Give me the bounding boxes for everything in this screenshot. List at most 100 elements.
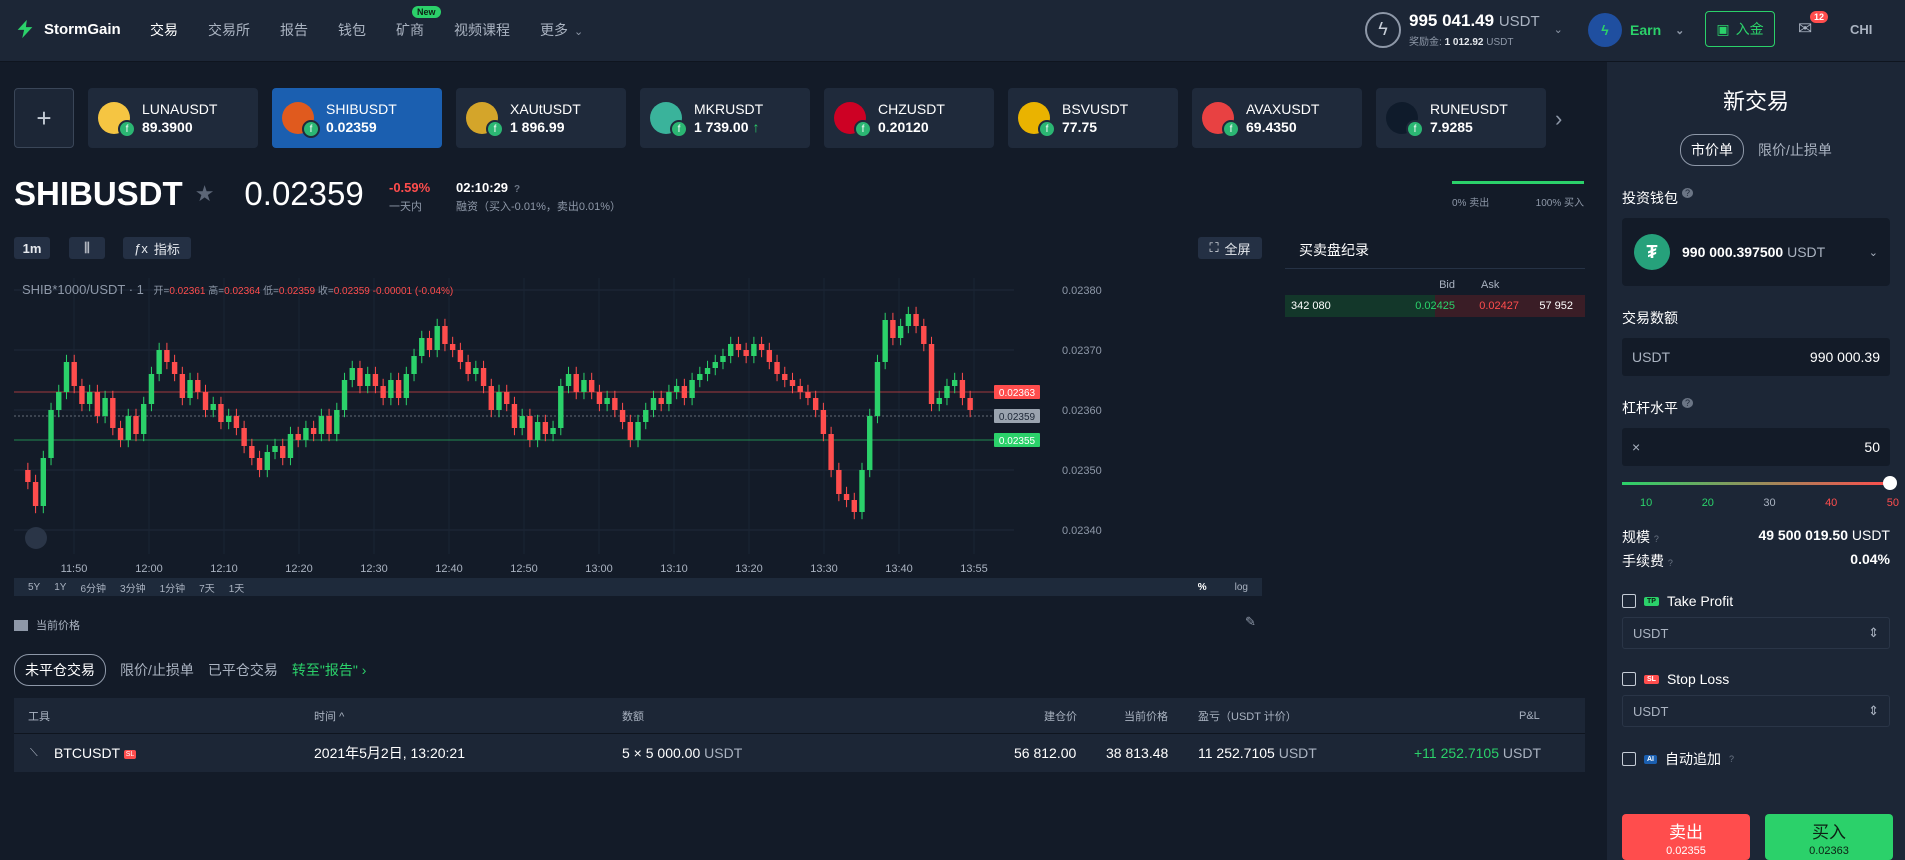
fullscreen-button[interactable]: ⛶ 全屏: [1198, 237, 1262, 259]
nav-trade[interactable]: 交易: [150, 20, 178, 40]
ticker-tile[interactable]: f LUNAUSDT 89.3900: [88, 88, 258, 148]
col-amount[interactable]: 数额: [622, 708, 644, 724]
brand-logo[interactable]: StormGain: [14, 18, 121, 40]
y-tick-label: 0.02350: [1062, 465, 1102, 477]
limit-order-tab[interactable]: 限价/止损单: [1758, 140, 1832, 160]
tab-limit-orders[interactable]: 限价/止损单: [120, 660, 194, 680]
candle-body: [40, 458, 47, 506]
info-icon[interactable]: ?: [514, 184, 520, 195]
leverage-input[interactable]: × 50: [1622, 428, 1890, 466]
ticker-symbol: XAUtUSDT: [510, 101, 581, 117]
pl-ccy: USDT: [1502, 745, 1542, 761]
close-value: 0.02359: [333, 286, 370, 297]
ticker-price: 7.9285: [1430, 119, 1508, 135]
stop-loss-toggle[interactable]: SL Stop Loss: [1622, 671, 1890, 687]
current-price-toggle[interactable]: 当前价格: [14, 617, 80, 633]
candle-type-button[interactable]: ⫼: [69, 237, 105, 259]
col-time[interactable]: 时间 ^: [314, 708, 344, 724]
col-instrument[interactable]: 工具: [28, 708, 50, 724]
bonus-currency: USDT: [1486, 37, 1514, 48]
checkbox[interactable]: [1622, 752, 1636, 766]
tether-icon: ₮: [1634, 234, 1670, 270]
checkbox[interactable]: [1622, 594, 1636, 608]
earn-menu[interactable]: ϟ Earn ⌄: [1588, 13, 1684, 47]
tab-open-trades[interactable]: 未平仓交易: [14, 654, 106, 686]
range-period[interactable]: 6分钟: [80, 580, 106, 595]
nav-reports[interactable]: 报告: [280, 20, 308, 40]
add-instrument-button[interactable]: +: [14, 88, 74, 148]
range-period[interactable]: 1天: [229, 580, 245, 595]
range-period[interactable]: 7天: [199, 580, 215, 595]
col-pnl-usdt[interactable]: 盈亏（USDT 计价）: [1198, 708, 1297, 724]
deposit-button[interactable]: ▣ 入金: [1705, 11, 1775, 47]
nav-exchange[interactable]: 交易所: [208, 20, 250, 40]
go-to-reports-link[interactable]: 转至"报告" ›: [292, 660, 367, 680]
interval-button[interactable]: 1m: [14, 237, 50, 259]
info-icon[interactable]: ?: [1729, 754, 1734, 764]
table-row[interactable]: ⟍ BTCUSDT SL 2021年5月2日, 13:20:21 5 × 5 0…: [14, 734, 1585, 772]
info-icon[interactable]: ?: [1668, 558, 1673, 568]
stepper-icon[interactable]: ⇕: [1868, 703, 1879, 719]
language-selector[interactable]: CHI: [1850, 22, 1872, 37]
tab-closed-trades[interactable]: 已平仓交易: [208, 660, 278, 680]
log-toggle[interactable]: log: [1235, 582, 1248, 593]
wallet-selector[interactable]: ₮ 990 000.397500 USDT ⌄: [1622, 218, 1890, 286]
sentiment-bar: [1452, 181, 1584, 184]
indicators-button[interactable]: ƒx 指标: [123, 237, 191, 259]
info-icon[interactable]: ?: [1682, 188, 1694, 198]
percent-toggle[interactable]: %: [1198, 582, 1207, 593]
candle-body: [959, 380, 966, 398]
candle-body: [635, 422, 641, 440]
favorite-star-icon[interactable]: ★: [195, 181, 215, 207]
rune-coin-icon: f: [1386, 102, 1424, 138]
range-period[interactable]: 3分钟: [120, 580, 146, 595]
take-profit-toggle[interactable]: TP Take Profit: [1622, 593, 1890, 609]
notifications-button[interactable]: ✉ 12: [1798, 11, 1829, 39]
nav-video-courses[interactable]: 视频课程: [454, 20, 510, 40]
bonus-label: 奖励金:: [1409, 37, 1442, 48]
range-period[interactable]: 1分钟: [160, 580, 186, 595]
candle-body: [905, 314, 912, 326]
x-tick-label: 12:50: [510, 563, 538, 575]
auto-topup-toggle[interactable]: AI 自动追加 ?: [1622, 749, 1890, 769]
candle-body: [272, 446, 278, 452]
col-pl[interactable]: P&L: [1519, 710, 1540, 722]
market-order-tab[interactable]: 市价单: [1680, 134, 1745, 166]
chevron-down-icon: ⌄: [1675, 24, 1685, 37]
ticker-tile[interactable]: f AVAXUSDT 69.4350: [1192, 88, 1362, 148]
sell-button[interactable]: 卖出 0.02355: [1622, 814, 1750, 860]
stop-loss-input[interactable]: USDT ⇕: [1622, 695, 1890, 727]
balance-widget[interactable]: ϟ 995 041.49 USDT 奖励金: 1 012.92 USDT ⌄: [1365, 11, 1563, 48]
checkbox[interactable]: [1622, 672, 1636, 686]
amount-input[interactable]: USDT 990 000.39: [1622, 338, 1890, 376]
nav-miner[interactable]: 矿商 New: [396, 6, 441, 40]
info-icon[interactable]: ?: [1682, 398, 1694, 408]
ticker-tile[interactable]: f BSVUSDT 77.75: [1008, 88, 1178, 148]
leverage-slider[interactable]: [1622, 476, 1897, 490]
slider-handle[interactable]: [1883, 476, 1897, 490]
stepper-icon[interactable]: ⇕: [1868, 625, 1879, 641]
col-current-price[interactable]: 当前价格: [1124, 708, 1168, 724]
ticker-tile[interactable]: f CHZUSDT 0.20120: [824, 88, 994, 148]
ticker-price: 89.3900: [142, 119, 217, 135]
ticker-tile[interactable]: f XAUtUSDT 1 896.99: [456, 88, 626, 148]
pnl-ccy: USDT: [1278, 745, 1317, 761]
take-profit-input[interactable]: USDT ⇕: [1622, 617, 1890, 649]
price-chart[interactable]: 0.02380 0.02370 0.02360 0.02350 0.02340 11:50…: [14, 268, 1262, 578]
col-open-price[interactable]: 建仓价: [1044, 708, 1077, 724]
chz-coin-icon: f: [834, 102, 872, 138]
range-period[interactable]: 5Y: [28, 582, 40, 593]
info-icon[interactable]: ?: [1654, 534, 1659, 544]
candle-body: [442, 326, 448, 344]
range-period[interactable]: 1Y: [54, 582, 66, 593]
ticker-tile[interactable]: f SHIBUSDT 0.02359: [272, 88, 442, 148]
nav-more[interactable]: 更多 ⌄: [540, 20, 583, 40]
eraser-icon[interactable]: ✎: [1245, 614, 1256, 630]
ticker-tile[interactable]: f RUNEUSDT 7.9285: [1376, 88, 1546, 148]
ticker-tile[interactable]: f MKRUSDT 1 739.00 ↑: [640, 88, 810, 148]
ask-header: Ask: [1481, 279, 1500, 291]
nav-wallet[interactable]: 钱包: [338, 20, 366, 40]
buy-button[interactable]: 买入 0.02363: [1765, 814, 1893, 860]
chevron-right-icon[interactable]: ›: [1555, 106, 1562, 132]
bid-header: Bid: [1439, 279, 1455, 291]
